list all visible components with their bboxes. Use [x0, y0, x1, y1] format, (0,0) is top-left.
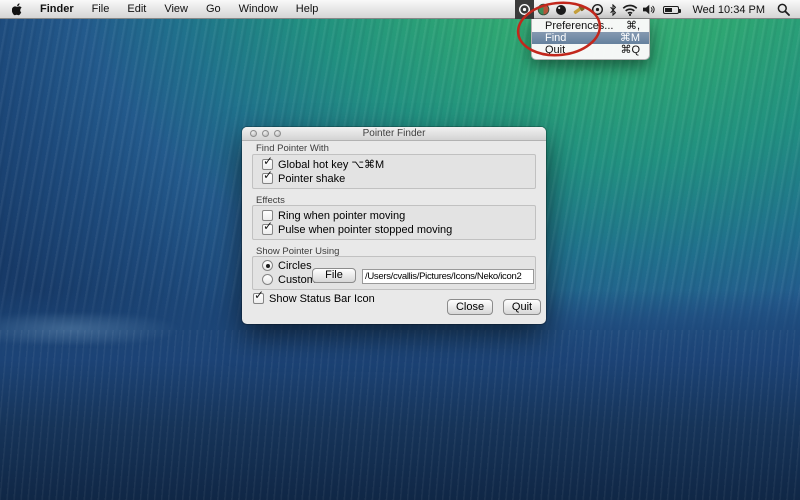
close-button[interactable]: Close	[447, 299, 493, 315]
checkbox-row-show-status-bar-icon: ✓ Show Status Bar Icon	[253, 292, 375, 305]
menu-item-label: Preferences...	[545, 20, 613, 32]
target-status-icon[interactable]	[588, 0, 606, 19]
menu-bar: Finder File Edit View Go Window Help	[0, 0, 800, 19]
menu-bar-clock[interactable]: Wed 10:34 PM	[684, 4, 773, 16]
menu-item-label: Quit	[545, 44, 565, 56]
menu-view[interactable]: View	[155, 0, 197, 18]
dark-app-status-icon[interactable]	[552, 0, 570, 19]
menu-finder[interactable]: Finder	[31, 0, 83, 18]
check-icon: ✓	[254, 288, 264, 302]
checkbox-label: Show Status Bar Icon	[269, 293, 375, 305]
custom-radio[interactable]	[262, 274, 273, 285]
pulse-when-stopped-checkbox[interactable]: ✓	[262, 224, 273, 235]
menu-item-shortcut: ⌘Q	[620, 44, 640, 56]
pointer-shake-checkbox[interactable]: ✓	[262, 173, 273, 184]
desktop: Finder File Edit View Go Window Help	[0, 0, 800, 500]
menu-help[interactable]: Help	[287, 0, 328, 18]
menu-item-shortcut: ⌘,	[626, 20, 640, 32]
spotlight-icon[interactable]	[773, 0, 800, 19]
checkbox-row-pointer-shake: ✓ Pointer shake	[262, 172, 345, 185]
checkbox-row-ring-when-moving: Ring when pointer moving	[262, 209, 405, 222]
menu-bar-status-area: Wed 10:34 PM	[515, 0, 800, 19]
battery-nub	[679, 9, 681, 13]
file-button[interactable]: File	[312, 268, 356, 283]
custom-icon-path-field[interactable]	[362, 269, 534, 284]
bluetooth-icon[interactable]	[606, 0, 620, 19]
menu-window[interactable]: Window	[230, 0, 287, 18]
circles-radio[interactable]	[262, 260, 273, 271]
pointer-finder-status-icon[interactable]	[515, 0, 534, 19]
group-label-find-pointer-with: Find Pointer With	[256, 143, 329, 154]
battery-icon[interactable]	[658, 0, 684, 19]
menu-edit[interactable]: Edit	[118, 0, 155, 18]
radio-dot	[266, 264, 270, 268]
checkbox-label: Global hot key ⌥⌘M	[278, 158, 384, 171]
apple-menu[interactable]	[0, 0, 31, 18]
wallpaper-foam	[0, 314, 240, 344]
checkbox-label: Ring when pointer moving	[278, 210, 405, 222]
radio-row-custom: Custom	[262, 273, 316, 286]
radio-row-circles: Circles	[262, 259, 312, 272]
check-icon: ✓	[263, 154, 273, 168]
menu-bar-left: Finder File Edit View Go Window Help	[0, 0, 327, 18]
menu-item-preferences[interactable]: Preferences... ⌘,	[532, 20, 649, 32]
checkbox-label: Pulse when pointer stopped moving	[278, 224, 452, 236]
apple-icon	[12, 3, 23, 16]
menu-item-find[interactable]: Find ⌘M	[532, 32, 649, 44]
window-title-bar[interactable]: Pointer Finder	[242, 127, 546, 141]
volume-icon[interactable]	[640, 0, 658, 19]
window-title: Pointer Finder	[242, 127, 546, 140]
window-zoom-button[interactable]	[274, 130, 281, 137]
menu-file[interactable]: File	[83, 0, 119, 18]
pointer-finder-window: Pointer Finder Find Pointer With ✓ Globa…	[242, 127, 546, 324]
quit-button[interactable]: Quit	[503, 299, 541, 315]
menu-item-label: Find	[545, 32, 566, 44]
show-status-bar-icon-checkbox[interactable]: ✓	[253, 293, 264, 304]
checkbox-row-global-hot-key: ✓ Global hot key ⌥⌘M	[262, 158, 384, 171]
wifi-icon[interactable]	[620, 0, 640, 19]
battery-shell	[663, 6, 679, 14]
checkbox-label: Pointer shake	[278, 173, 345, 185]
color-app-status-icon[interactable]	[534, 0, 552, 19]
window-minimize-button[interactable]	[262, 130, 269, 137]
flashlight-status-icon[interactable]	[570, 0, 588, 19]
menu-item-quit[interactable]: Quit ⌘Q	[532, 44, 649, 56]
menu-go[interactable]: Go	[197, 0, 230, 18]
battery-fill	[665, 8, 671, 12]
menu-item-shortcut: ⌘M	[620, 32, 640, 44]
window-close-button[interactable]	[250, 130, 257, 137]
status-menu-dropdown: Preferences... ⌘, Find ⌘M Quit ⌘Q	[531, 19, 650, 60]
traffic-lights	[250, 130, 281, 137]
wallpaper-sea-texture	[0, 330, 800, 500]
checkbox-row-pulse-when-stopped: ✓ Pulse when pointer stopped moving	[262, 223, 452, 236]
check-icon: ✓	[263, 219, 273, 233]
check-icon: ✓	[263, 168, 273, 182]
radio-label: Circles	[278, 260, 312, 272]
radio-label: Custom	[278, 274, 316, 286]
